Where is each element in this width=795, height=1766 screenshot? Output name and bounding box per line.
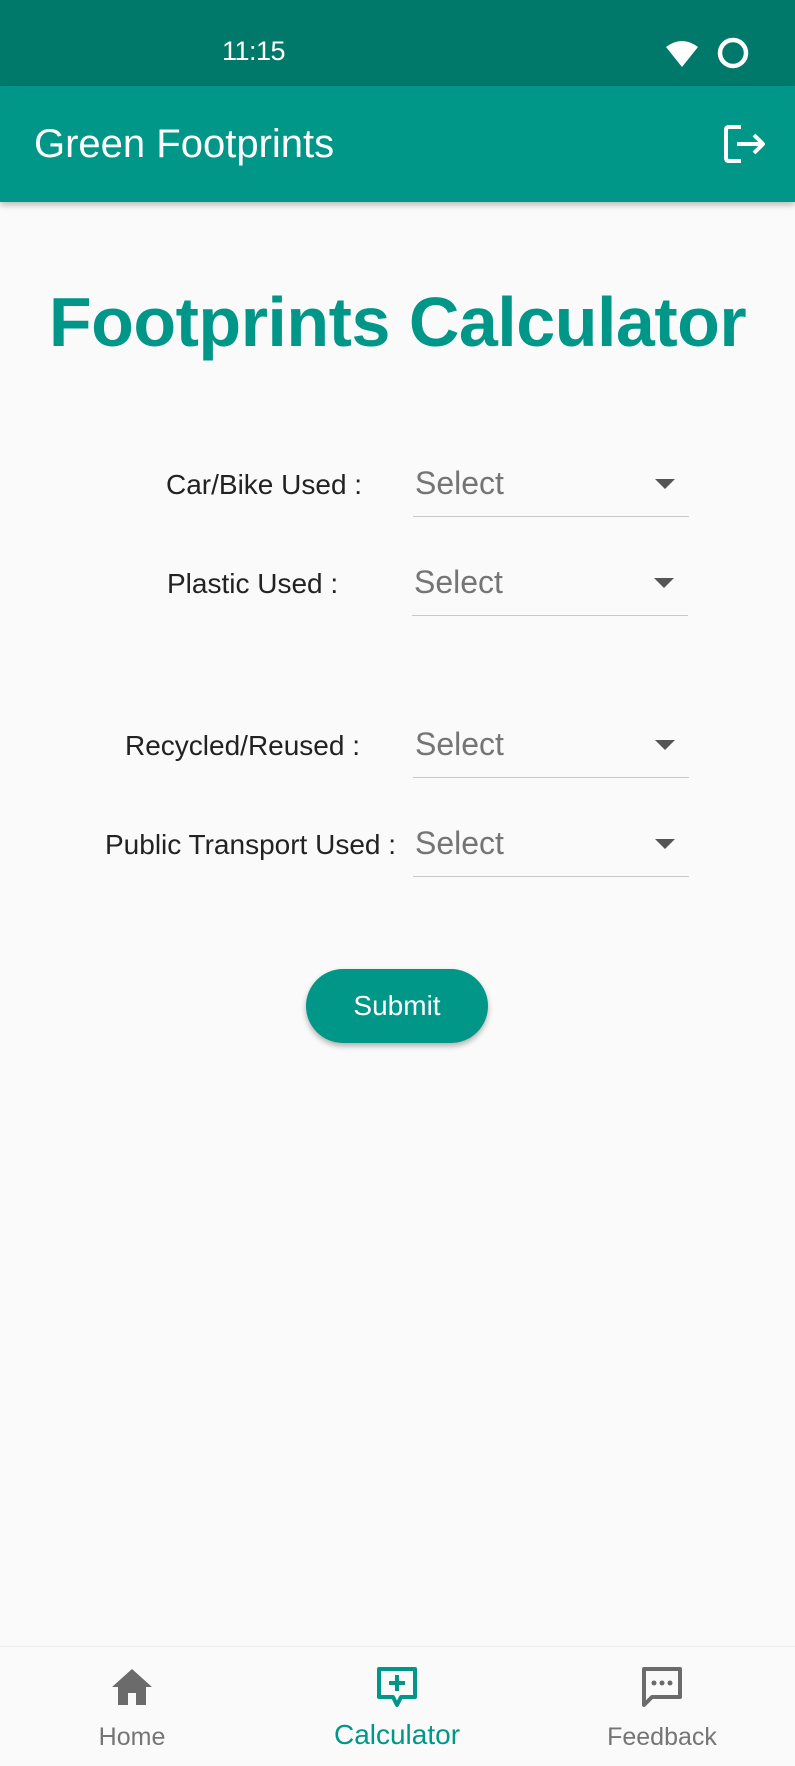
form-row-plastic: Plastic Used : Select xyxy=(0,556,795,616)
status-bar: 11:15 xyxy=(0,0,795,86)
chat-icon xyxy=(642,1667,682,1707)
car-bike-label: Car/Bike Used : xyxy=(166,469,363,500)
battery-icon xyxy=(717,37,749,69)
dropdown-arrow-icon xyxy=(655,740,675,750)
recycled-select[interactable]: Select xyxy=(413,718,689,778)
nav-label-home: Home xyxy=(98,1723,166,1751)
public-transport-select[interactable]: Select xyxy=(413,817,689,877)
page-title: Footprints Calculator xyxy=(48,283,747,361)
add-box-icon xyxy=(377,1667,417,1707)
nav-label-feedback: Feedback xyxy=(607,1723,717,1751)
plastic-select[interactable]: Select xyxy=(412,556,688,616)
submit-button[interactable]: Submit xyxy=(306,969,488,1043)
form-row-public-transport: Public Transport Used : Select xyxy=(0,817,795,877)
logout-button[interactable] xyxy=(717,116,773,172)
form-row-recycled: Recycled/Reused : Select xyxy=(0,718,795,778)
wifi-icon xyxy=(666,41,698,67)
nav-item-home[interactable]: Home xyxy=(32,1647,232,1766)
bottom-navigation: Home Calculator Feedback xyxy=(0,1646,795,1766)
car-bike-select[interactable]: Select xyxy=(413,457,689,517)
dropdown-arrow-icon xyxy=(655,839,675,849)
public-transport-select-value: Select xyxy=(415,825,504,861)
app-title: Green Footprints xyxy=(34,122,335,166)
status-time: 11:15 xyxy=(222,36,286,66)
logout-icon xyxy=(724,125,765,163)
nav-item-calculator[interactable]: Calculator xyxy=(297,1647,497,1766)
public-transport-label: Public Transport Used : xyxy=(105,829,397,860)
dropdown-arrow-icon xyxy=(654,578,674,588)
recycled-label: Recycled/Reused : xyxy=(125,730,361,761)
dropdown-arrow-icon xyxy=(655,479,675,489)
home-icon xyxy=(112,1669,152,1705)
plastic-select-value: Select xyxy=(414,564,503,600)
status-icons xyxy=(645,0,795,86)
recycled-select-value: Select xyxy=(415,726,504,762)
plastic-label: Plastic Used : xyxy=(167,568,339,599)
nav-item-feedback[interactable]: Feedback xyxy=(562,1647,762,1766)
app-bar: Green Footprints xyxy=(0,86,795,202)
form-row-car-bike: Car/Bike Used : Select xyxy=(0,457,795,517)
nav-label-calculator: Calculator xyxy=(333,1719,461,1750)
car-bike-select-value: Select xyxy=(415,465,504,501)
